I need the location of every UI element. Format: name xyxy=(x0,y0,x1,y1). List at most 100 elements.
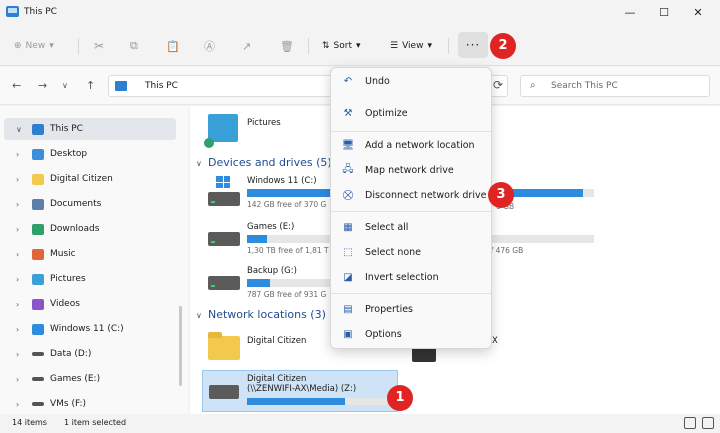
search-placeholder: Search This PC xyxy=(551,81,618,91)
drive-name: Windows 11 (C:) xyxy=(247,176,317,186)
sidebar-item-label: Digital Citizen xyxy=(50,174,113,184)
menu-item-label: Properties xyxy=(365,303,414,315)
network-item-partial: X xyxy=(492,336,498,346)
chevron-down-icon[interactable]: ∨ xyxy=(16,125,32,134)
search-box[interactable]: ⌕ Search This PC xyxy=(520,75,710,97)
sidebar-item-pictures[interactable]: › Pictures xyxy=(0,268,180,290)
navigation-pane: ∨ This PC › Desktop › Digital Citizen › … xyxy=(0,106,188,414)
menu-item-properties[interactable]: ▤ Properties xyxy=(335,298,489,320)
chevron-right-icon[interactable]: › xyxy=(16,375,32,384)
sort-button[interactable]: ⇅ Sort ▾ xyxy=(322,36,361,56)
title-bar: This PC — ☐ ✕ xyxy=(0,0,720,26)
chevron-right-icon[interactable]: › xyxy=(16,325,32,334)
downloads-icon xyxy=(32,223,44,235)
chevron-down-icon: ▾ xyxy=(356,41,361,51)
menu-item-add-network-location[interactable]: 🖥 Add a network location xyxy=(335,134,489,156)
recent-chevron-icon[interactable]: ∨ xyxy=(62,81,68,90)
menu-item-label: Undo xyxy=(365,75,390,87)
sidebar-item-data-d[interactable]: › Data (D:) xyxy=(0,343,180,365)
sidebar-item-windows-c[interactable]: › Windows 11 (C:) xyxy=(0,318,180,340)
see-more-button[interactable]: ··· xyxy=(458,32,488,58)
select-none-icon: ⬚ xyxy=(343,246,353,258)
network-drive-icon xyxy=(209,385,239,399)
this-pc-icon xyxy=(32,123,44,135)
network-drive-z-selected[interactable]: Digital Citizen (\\ZENWIFI-AX\Media) (Z:… xyxy=(202,370,398,412)
drive-usage-bar-partial xyxy=(486,235,594,243)
network-group-header[interactable]: ∨ Network locations (3) xyxy=(196,308,326,321)
menu-item-label: Invert selection xyxy=(365,271,439,283)
copy-icon[interactable]: ⧉ xyxy=(130,36,138,56)
menu-item-undo[interactable]: ↶ Undo xyxy=(335,70,489,92)
chevron-right-icon[interactable]: › xyxy=(16,225,32,234)
sidebar-item-desktop[interactable]: › Desktop xyxy=(0,143,180,165)
chevron-right-icon[interactable]: › xyxy=(16,400,32,409)
sidebar-item-this-pc[interactable]: ∨ This PC xyxy=(4,118,176,140)
up-arrow-icon[interactable]: ↑ xyxy=(86,79,95,92)
chevron-right-icon[interactable]: › xyxy=(16,250,32,259)
sync-check-icon xyxy=(204,138,214,148)
sidebar-item-label: Windows 11 (C:) xyxy=(50,324,124,334)
menu-item-options[interactable]: ▣ Options xyxy=(335,323,489,345)
drive-icon xyxy=(208,232,240,246)
details-view-icon[interactable] xyxy=(684,417,696,429)
menu-item-select-none[interactable]: ⬚ Select none xyxy=(335,241,489,263)
menu-item-map-network-drive[interactable]: 🖧 Map network drive xyxy=(335,159,489,181)
sort-icon: ⇅ xyxy=(322,41,330,51)
sidebar-item-videos[interactable]: › Videos xyxy=(0,293,180,315)
sidebar-item-vms-f[interactable]: › VMs (F:) xyxy=(0,393,180,415)
pictures-icon[interactable] xyxy=(208,114,238,142)
this-pc-icon xyxy=(6,6,19,17)
chevron-right-icon[interactable]: › xyxy=(16,175,32,184)
chevron-down-icon: ▾ xyxy=(427,41,432,51)
sidebar-item-music[interactable]: › Music xyxy=(0,243,180,265)
network-item-name[interactable]: Digital Citizen xyxy=(247,336,306,346)
pictures-label[interactable]: Pictures xyxy=(247,118,281,128)
devices-group-header[interactable]: ∨ Devices and drives (5) xyxy=(196,156,332,169)
pictures-icon xyxy=(32,273,44,285)
refresh-icon[interactable]: ⟳ xyxy=(493,78,503,92)
paste-icon[interactable]: 📋 xyxy=(166,36,180,56)
drive-free-space: 1,30 TB free of 1,81 T xyxy=(247,246,329,255)
menu-item-invert-selection[interactable]: ◪ Invert selection xyxy=(335,266,489,288)
forward-arrow-icon[interactable]: → xyxy=(38,79,47,92)
chevron-right-icon[interactable]: › xyxy=(16,350,32,359)
maximize-button[interactable]: ☐ xyxy=(650,3,678,23)
tiles-view-icon[interactable] xyxy=(702,417,714,429)
sidebar-item-documents[interactable]: › Documents xyxy=(0,193,180,215)
sidebar-item-games-e[interactable]: › Games (E:) xyxy=(0,368,180,390)
minimize-button[interactable]: — xyxy=(616,3,644,23)
network-folder-icon[interactable] xyxy=(208,332,240,360)
sidebar-scrollbar[interactable] xyxy=(179,306,182,386)
menu-item-select-all[interactable]: ▦ Select all xyxy=(335,216,489,238)
new-button[interactable]: ⊕ New ▾ xyxy=(14,36,54,56)
delete-icon[interactable]: 🗑 xyxy=(280,36,294,56)
network-drive-usage-bar xyxy=(247,398,387,405)
back-arrow-icon[interactable]: ← xyxy=(12,79,21,92)
item-count: 14 items xyxy=(12,418,47,427)
drive-icon xyxy=(32,377,44,381)
cut-icon[interactable]: ✂ xyxy=(94,36,104,56)
chevron-right-icon[interactable]: › xyxy=(16,200,32,209)
rename-icon[interactable]: Ⓐ xyxy=(204,36,215,56)
chevron-right-icon[interactable]: › xyxy=(16,150,32,159)
sidebar-item-downloads[interactable]: › Downloads xyxy=(0,218,180,240)
menu-item-label: Optimize xyxy=(365,107,408,119)
chevron-right-icon[interactable]: › xyxy=(16,275,32,284)
menu-item-label: Select none xyxy=(365,246,422,258)
chevron-right-icon[interactable]: › xyxy=(16,300,32,309)
sidebar-item-digital-citizen[interactable]: › Digital Citizen xyxy=(0,168,180,190)
divider xyxy=(308,38,309,54)
sidebar-item-label: Desktop xyxy=(50,149,88,159)
menu-item-disconnect-network-drive[interactable]: ⛒ Disconnect network drive xyxy=(335,184,489,206)
menu-item-optimize[interactable]: ⚒ Optimize xyxy=(335,102,489,124)
sort-label: Sort xyxy=(333,41,352,51)
this-pc-icon xyxy=(115,81,127,91)
sidebar-item-label: Pictures xyxy=(50,274,86,284)
drive-name: Backup (G:) xyxy=(247,266,297,276)
view-button[interactable]: ☰ View ▾ xyxy=(390,36,432,56)
sidebar-item-label: This PC xyxy=(50,124,83,134)
sidebar-item-label: Data (D:) xyxy=(50,349,92,359)
share-icon[interactable]: ↗ xyxy=(242,36,251,56)
drive-name: Games (E:) xyxy=(247,222,295,232)
close-button[interactable]: ✕ xyxy=(684,3,712,23)
